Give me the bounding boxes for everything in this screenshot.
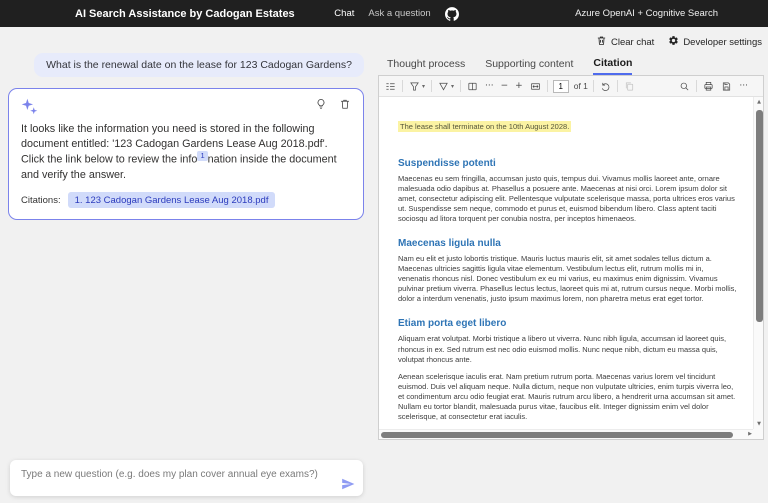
doc-paragraph: Aliquam erat volutpat. Morbi tristique a… — [398, 334, 737, 364]
scroll-down-icon[interactable]: ▼ — [754, 421, 764, 427]
citation-link[interactable]: 1. 123 Cadogan Gardens Lease Aug 2018.pd… — [68, 192, 276, 208]
trash-icon — [596, 35, 607, 49]
undo-icon[interactable] — [599, 81, 612, 92]
header-nav: Chat Ask a question — [334, 7, 458, 21]
page-number-input[interactable] — [553, 80, 569, 93]
horizontal-scrollbar-thumb[interactable] — [381, 432, 733, 438]
more-options-icon[interactable]: ··· — [738, 81, 749, 91]
assistant-answer-bubble: It looks like the information you need i… — [8, 88, 364, 220]
ai-sparkle-icon — [21, 98, 38, 115]
trash-icon[interactable] — [339, 98, 351, 110]
chat-actions: Clear chat Developer settings — [596, 35, 762, 49]
pdf-toolbar: ▾ ▾ ··· − + of 1 ··· — [379, 76, 763, 97]
form-designer-icon[interactable]: ▾ — [437, 81, 455, 92]
tab-citation[interactable]: Citation — [593, 57, 632, 75]
search-icon[interactable] — [678, 81, 691, 92]
header-subtitle: Azure OpenAI + Cognitive Search — [459, 8, 768, 19]
nav-chat-link[interactable]: Chat — [334, 8, 354, 19]
chevron-down-icon: ▾ — [451, 83, 454, 90]
horizontal-scrollbar[interactable]: ▶ — [379, 429, 753, 439]
download-icon[interactable] — [720, 81, 733, 92]
chevron-down-icon: ▾ — [422, 83, 425, 90]
scroll-up-icon[interactable]: ▲ — [754, 99, 764, 105]
app-title: AI Search Assistance by Cadogan Estates — [0, 8, 334, 20]
highlighted-citation-text: The lease shall terminate on the 10th Au… — [398, 121, 571, 132]
developer-settings-button[interactable]: Developer settings — [668, 35, 762, 49]
citations-label: Citations: — [21, 195, 61, 206]
doc-paragraph: Nam eu elit et justo lobortis tristique.… — [398, 254, 737, 304]
page-layout-icon[interactable] — [466, 81, 479, 92]
user-question-bubble: What is the renewal date on the lease fo… — [34, 53, 364, 77]
question-input-container — [10, 460, 363, 496]
github-icon[interactable] — [445, 7, 459, 21]
chat-column: What is the renewal date on the lease fo… — [8, 53, 364, 220]
clear-chat-button[interactable]: Clear chat — [596, 35, 654, 49]
vertical-scrollbar-thumb[interactable] — [756, 110, 763, 322]
answer-text: It looks like the information you need i… — [21, 122, 351, 182]
pdf-document-page: The lease shall terminate on the 10th Au… — [379, 97, 753, 429]
tab-thought-process[interactable]: Thought process — [387, 57, 465, 75]
print-icon[interactable] — [702, 81, 715, 92]
page-count-label: of 1 — [574, 81, 588, 91]
scrollbar-corner — [753, 429, 763, 439]
scroll-right-icon[interactable]: ▶ — [748, 431, 752, 437]
zoom-out-icon[interactable]: − — [500, 81, 510, 91]
send-button[interactable] — [341, 477, 355, 491]
copy-icon — [623, 81, 636, 92]
vertical-scrollbar[interactable]: ▲ ▼ — [753, 97, 763, 429]
tab-supporting-content[interactable]: Supporting content — [485, 57, 573, 75]
analysis-tabs: Thought process Supporting content Citat… — [387, 57, 632, 75]
gear-icon — [668, 35, 679, 49]
doc-paragraph: Aenean scelerisque iaculis erat. Nam pre… — [398, 372, 737, 422]
app-header: AI Search Assistance by Cadogan Estates … — [0, 0, 768, 27]
question-input[interactable] — [10, 460, 363, 496]
inline-citation-marker[interactable]: 1 — [197, 151, 207, 161]
lightbulb-icon[interactable] — [315, 98, 327, 110]
fit-page-icon[interactable] — [529, 81, 542, 92]
pdf-viewer: ▾ ▾ ··· − + of 1 ··· The lease shall ter… — [378, 75, 764, 440]
nav-ask-question-link[interactable]: Ask a question — [368, 8, 430, 19]
doc-paragraph: Maecenas eu sem fringilla, accumsan just… — [398, 174, 737, 224]
more-tools-icon[interactable]: ··· — [484, 81, 495, 91]
annotation-tool-icon[interactable]: ▾ — [408, 81, 426, 92]
doc-heading: Suspendisse potenti — [398, 158, 737, 169]
bookmark-pane-icon[interactable] — [384, 81, 397, 92]
doc-heading: Etiam porta eget libero — [398, 318, 737, 329]
zoom-in-icon[interactable]: + — [514, 81, 524, 91]
doc-heading: Maecenas ligula nulla — [398, 238, 737, 249]
